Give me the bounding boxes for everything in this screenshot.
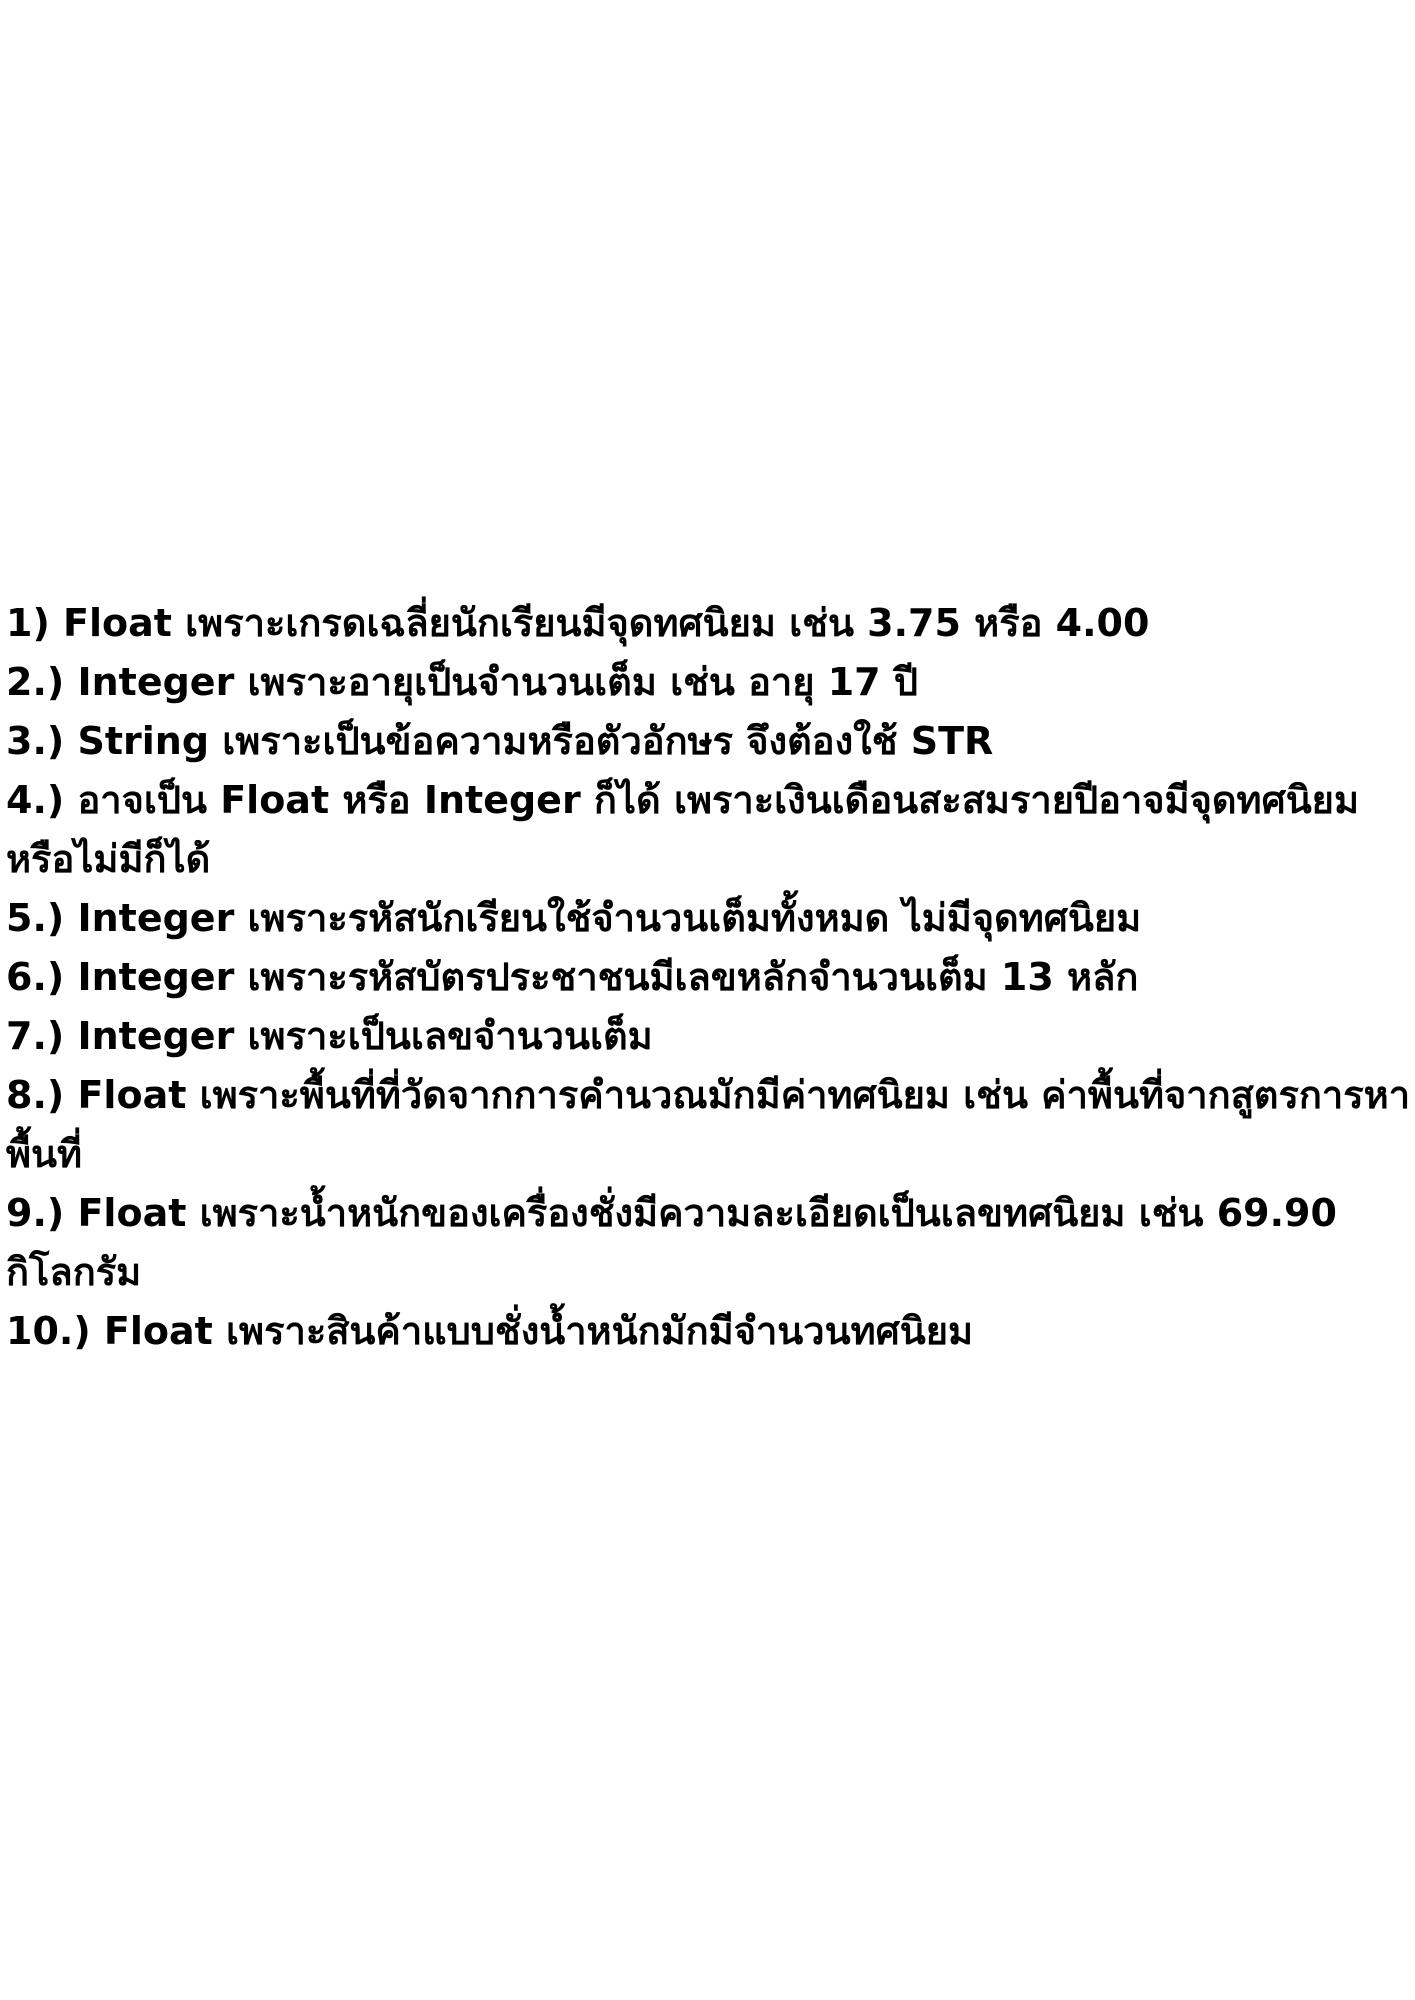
answer-6: 6.) Integer เพราะรหัสบัตรประชาชนมีเลขหลั… <box>6 955 1139 999</box>
answer-3: 3.) String เพราะเป็นข้อความหรือตัวอักษร … <box>6 719 994 763</box>
answer-5: 5.) Integer เพราะรหัสนักเรียนใช้จำนวนเต็… <box>6 896 1142 940</box>
answer-list: 1) Float เพราะเกรดเฉลี่ยนักเรียนมีจุดทศน… <box>6 594 1411 1361</box>
answer-1: 1) Float เพราะเกรดเฉลี่ยนักเรียนมีจุดทศน… <box>6 601 1150 645</box>
answer-9: 9.) Float เพราะน้ำหนักของเครื่องชั่งมีคว… <box>6 1191 1337 1294</box>
answer-10: 10.) Float เพราะสินค้าแบบชั่งน้ำหนักมักม… <box>6 1309 974 1353</box>
answer-4: 4.) อาจเป็น Float หรือ Integer ก็ได้ เพร… <box>6 778 1359 881</box>
answer-7: 7.) Integer เพราะเป็นเลขจำนวนเต็ม <box>6 1014 653 1058</box>
answer-8: 8.) Float เพราะพื้นที่ที่วัดจากการคำนวณม… <box>6 1073 1411 1176</box>
answer-2: 2.) Integer เพราะอายุเป็นจำนวนเต็ม เช่น … <box>6 660 918 704</box>
